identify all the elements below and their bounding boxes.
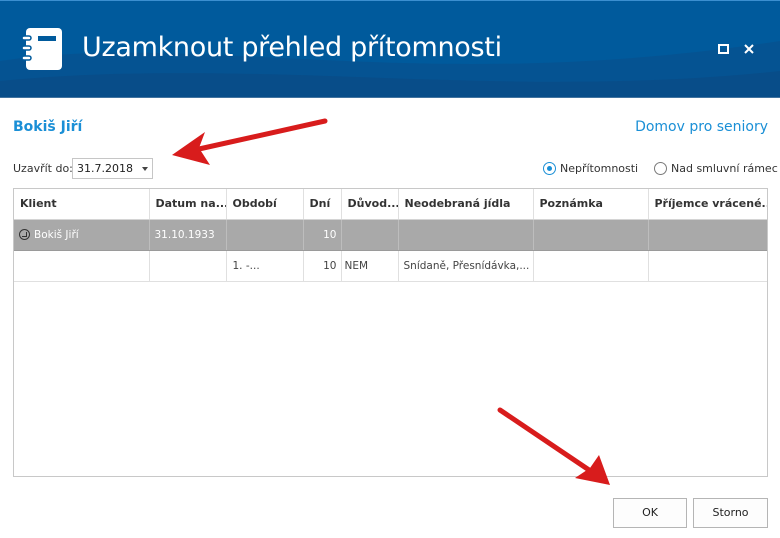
close-to-date-value: 31.7.2018 bbox=[77, 162, 133, 175]
row-days-cell: 10 bbox=[303, 250, 342, 282]
radio-over-limit-indicator bbox=[654, 162, 667, 175]
column-header-days[interactable]: Dní bbox=[303, 189, 342, 220]
group-client-cell: Bokiš Jiří bbox=[14, 219, 150, 251]
radio-over-limit-label: Nad smluvní rámec bbox=[671, 162, 778, 175]
column-header-note[interactable]: Poznámka bbox=[533, 189, 649, 220]
group-recipient-cell bbox=[648, 219, 767, 251]
collapse-icon[interactable] bbox=[19, 228, 30, 240]
column-header-client[interactable]: Klient bbox=[14, 189, 150, 220]
radio-absence-indicator bbox=[543, 162, 556, 175]
notebook-icon bbox=[22, 28, 62, 70]
close-icon[interactable] bbox=[741, 41, 757, 57]
table-row[interactable]: 1. -... 10 NEM Snídaně, Přesnídávka,... bbox=[14, 250, 767, 282]
maximize-icon[interactable] bbox=[716, 41, 732, 57]
group-client-name: Bokiš Jiří bbox=[34, 228, 79, 241]
window-title: Uzamknout přehled přítomnosti bbox=[82, 32, 502, 63]
grid-group-row[interactable]: Bokiš Jiří 31.10.1933 10 bbox=[14, 219, 767, 251]
radio-absence-label: Nepřítomnosti bbox=[560, 162, 639, 175]
group-date-cell: 31.10.1933 bbox=[149, 219, 227, 251]
cancel-button[interactable]: Storno bbox=[693, 498, 768, 528]
column-header-reason[interactable]: Důvod... bbox=[341, 189, 399, 220]
title-bar: Uzamknout přehled přítomnosti bbox=[0, 0, 780, 98]
group-meals-cell bbox=[398, 219, 534, 251]
ok-button[interactable]: OK bbox=[613, 498, 687, 528]
arrow-annotation-date bbox=[172, 118, 328, 165]
facility-name: Domov pro seniory bbox=[635, 119, 768, 135]
row-period-cell: 1. -... bbox=[226, 250, 304, 282]
attendance-grid: Klient Datum na... Období Dní Důvod... N… bbox=[13, 188, 768, 477]
column-header-meals[interactable]: Neodebraná jídla bbox=[398, 189, 534, 220]
column-header-date[interactable]: Datum na... bbox=[149, 189, 227, 220]
row-recipient-cell bbox=[648, 250, 767, 282]
chevron-down-icon bbox=[142, 167, 148, 171]
row-note-cell bbox=[533, 250, 649, 282]
group-period-cell bbox=[226, 219, 304, 251]
row-reason-cell: NEM bbox=[341, 250, 399, 282]
close-to-date-select[interactable]: 31.7.2018 bbox=[72, 158, 153, 179]
group-note-cell bbox=[533, 219, 649, 251]
close-to-label: Uzavřít do: bbox=[13, 162, 73, 175]
row-date-cell bbox=[149, 250, 227, 282]
group-days-cell: 10 bbox=[303, 219, 342, 251]
client-name: Bokiš Jiří bbox=[13, 119, 83, 135]
column-header-recipient[interactable]: Příjemce vrácené... bbox=[648, 189, 767, 220]
group-reason-cell bbox=[341, 219, 399, 251]
column-header-period[interactable]: Období bbox=[226, 189, 304, 220]
row-meals-cell: Snídaně, Přesnídávka,... bbox=[398, 250, 534, 282]
grid-header-row: Klient Datum na... Období Dní Důvod... N… bbox=[14, 189, 767, 220]
row-client-cell bbox=[14, 250, 150, 282]
